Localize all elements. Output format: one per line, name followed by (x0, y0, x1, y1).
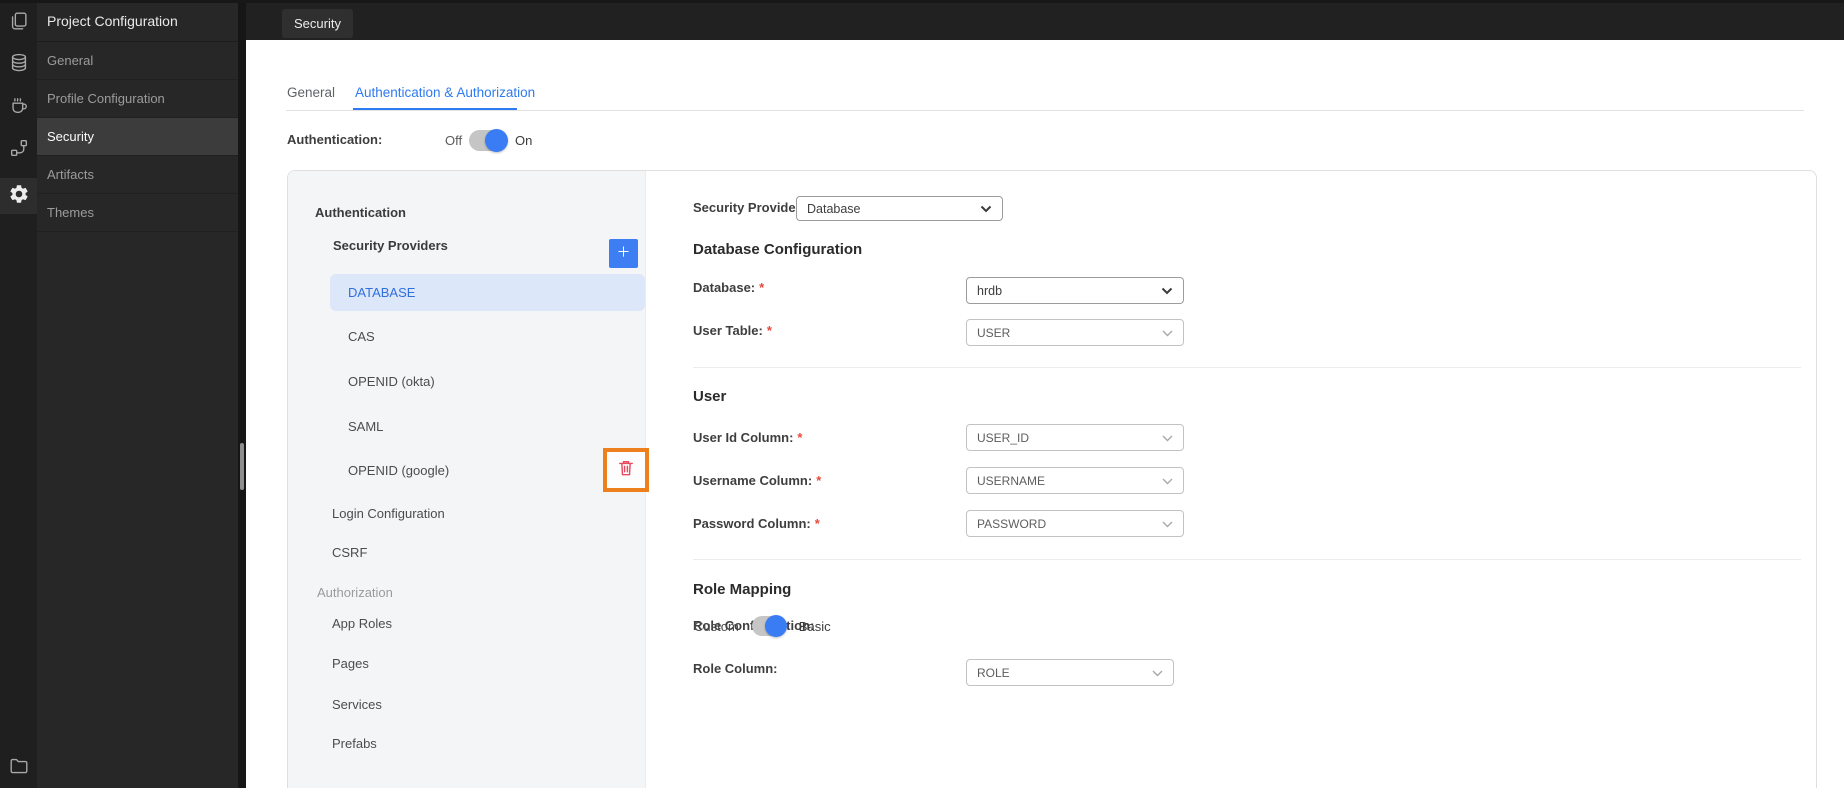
required-asterisk: * (814, 516, 820, 531)
nav-provider-database-label: DATABASE (348, 285, 416, 300)
chevron-down-icon (1162, 474, 1173, 488)
java-services-icon (8, 94, 30, 121)
security-settings-page: General Authentication & Authorization A… (246, 40, 1844, 788)
add-security-provider-button[interactable] (609, 239, 638, 268)
section-heading-role-mapping: Role Mapping (693, 581, 792, 598)
authentication-toggle-label: Authentication: (287, 132, 383, 147)
user-id-column-value: USER_ID (977, 430, 1030, 445)
editor-topbar: Security (246, 0, 1844, 40)
username-column-select[interactable]: USERNAME (966, 467, 1184, 494)
delete-provider-annotation-highlight[interactable] (603, 448, 649, 492)
nav-item-app-roles[interactable]: App Roles (332, 615, 392, 633)
nav-item-prefabs[interactable]: Prefabs (332, 735, 377, 753)
user-table-select[interactable]: USER (966, 319, 1184, 346)
project-configuration-sidebar: Project Configuration General Profile Co… (37, 0, 238, 788)
nav-security-providers-header: Security Providers (333, 238, 448, 253)
settings-gear-icon (8, 183, 30, 210)
sidebar-item-general[interactable]: General (37, 42, 238, 80)
database-select[interactable]: hrdb (966, 277, 1184, 304)
chevron-down-icon (1162, 431, 1173, 445)
required-asterisk: * (797, 430, 803, 445)
chevron-down-icon (980, 202, 992, 216)
password-column-select[interactable]: PASSWORD (966, 510, 1184, 537)
icon-rail (0, 0, 37, 788)
user-id-column-select[interactable]: USER_ID (966, 424, 1184, 451)
topbar-tab-security[interactable]: Security (282, 9, 353, 38)
rail-item-settings[interactable] (0, 178, 37, 214)
sidebar-item-themes[interactable]: Themes (37, 194, 238, 232)
role-column-label: Role Column: (693, 661, 778, 676)
role-toggle-basic-label: Basic (798, 618, 831, 634)
folder-icon (8, 755, 30, 782)
rail-item-java-services[interactable] (0, 89, 37, 125)
pages-icon (8, 10, 30, 37)
sidebar-scrollbar-track (238, 0, 246, 788)
user-table-value: USER (977, 325, 1011, 340)
authentication-toggle-on-label: On (515, 133, 533, 148)
security-provider-select[interactable]: Database (796, 196, 1003, 221)
role-column-select[interactable]: ROLE (966, 659, 1174, 686)
authentication-settings-card: Authentication Security Providers DATABA… (287, 170, 1817, 788)
sidebar-title: Project Configuration (37, 0, 238, 42)
tabs-divider (286, 110, 1804, 111)
sidebar-item-artifacts[interactable]: Artifacts (37, 156, 238, 194)
nav-provider-database[interactable]: DATABASE (330, 274, 645, 311)
sidebar-item-security[interactable]: Security (37, 118, 238, 156)
section-divider (693, 559, 1801, 560)
user-id-column-label: User Id Column: * (693, 430, 803, 445)
chevron-down-icon (1162, 326, 1173, 340)
section-heading-database-configuration: Database Configuration (693, 241, 863, 258)
database-value: hrdb (977, 283, 1003, 298)
rail-item-files[interactable] (0, 750, 37, 786)
nav-provider-openid-google[interactable]: OPENID (google) (348, 462, 449, 480)
role-column-value: ROLE (977, 665, 1010, 680)
nav-item-pages[interactable]: Pages (332, 655, 369, 673)
orchestration-icon (8, 137, 30, 164)
role-configuration-toggle-group: Custom Basic (694, 615, 831, 637)
database-icon (8, 52, 30, 79)
rail-item-pages[interactable] (0, 5, 37, 41)
nav-provider-openid-okta[interactable]: OPENID (okta) (348, 373, 435, 391)
password-column-label: Password Column: * (693, 516, 820, 531)
tab-authentication-authorization[interactable]: Authentication & Authorization (355, 85, 535, 100)
role-toggle-custom-label: Custom (694, 618, 739, 634)
username-column-label: Username Column: * (693, 473, 822, 488)
user-table-label: User Table: * (693, 323, 772, 338)
username-column-value: USERNAME (977, 473, 1046, 488)
top-edge-strip (0, 0, 1844, 3)
required-asterisk: * (816, 473, 822, 488)
rail-item-database[interactable] (0, 47, 37, 83)
password-column-value: PASSWORD (977, 516, 1047, 531)
chevron-down-icon (1162, 517, 1173, 531)
rail-item-orchestration[interactable] (0, 132, 37, 168)
tab-general[interactable]: General (287, 85, 335, 100)
nav-provider-cas[interactable]: CAS (348, 328, 375, 346)
security-nav-panel: Authentication Security Providers DATABA… (288, 171, 649, 788)
nav-item-login-configuration[interactable]: Login Configuration (332, 505, 445, 523)
nav-section-authentication: Authentication (315, 205, 406, 220)
required-asterisk: * (759, 280, 765, 295)
chevron-down-icon (1161, 284, 1173, 298)
nav-item-services[interactable]: Services (332, 696, 382, 714)
role-configuration-toggle[interactable] (751, 615, 787, 637)
required-asterisk: * (766, 323, 772, 338)
chevron-down-icon (1152, 666, 1163, 680)
app-window: Project Configuration General Profile Co… (0, 0, 1844, 788)
plus-icon (616, 244, 631, 264)
section-heading-user: User (693, 388, 727, 405)
security-provider-label: Security Provider (693, 200, 801, 215)
database-label: Database: * (693, 280, 765, 295)
sidebar-scrollbar-thumb[interactable] (240, 443, 244, 490)
security-provider-value: Database (807, 201, 861, 216)
nav-item-csrf[interactable]: CSRF (332, 544, 367, 562)
authentication-toggle-off-label: Off (445, 133, 463, 148)
role-configuration-toggle-thumb[interactable] (764, 615, 787, 637)
section-divider (693, 367, 1801, 368)
nav-section-authorization: Authorization (317, 585, 393, 600)
sidebar-item-profile-configuration[interactable]: Profile Configuration (37, 80, 238, 118)
nav-provider-saml[interactable]: SAML (348, 418, 383, 436)
trash-icon (616, 458, 636, 483)
authentication-toggle-thumb[interactable] (485, 129, 508, 152)
